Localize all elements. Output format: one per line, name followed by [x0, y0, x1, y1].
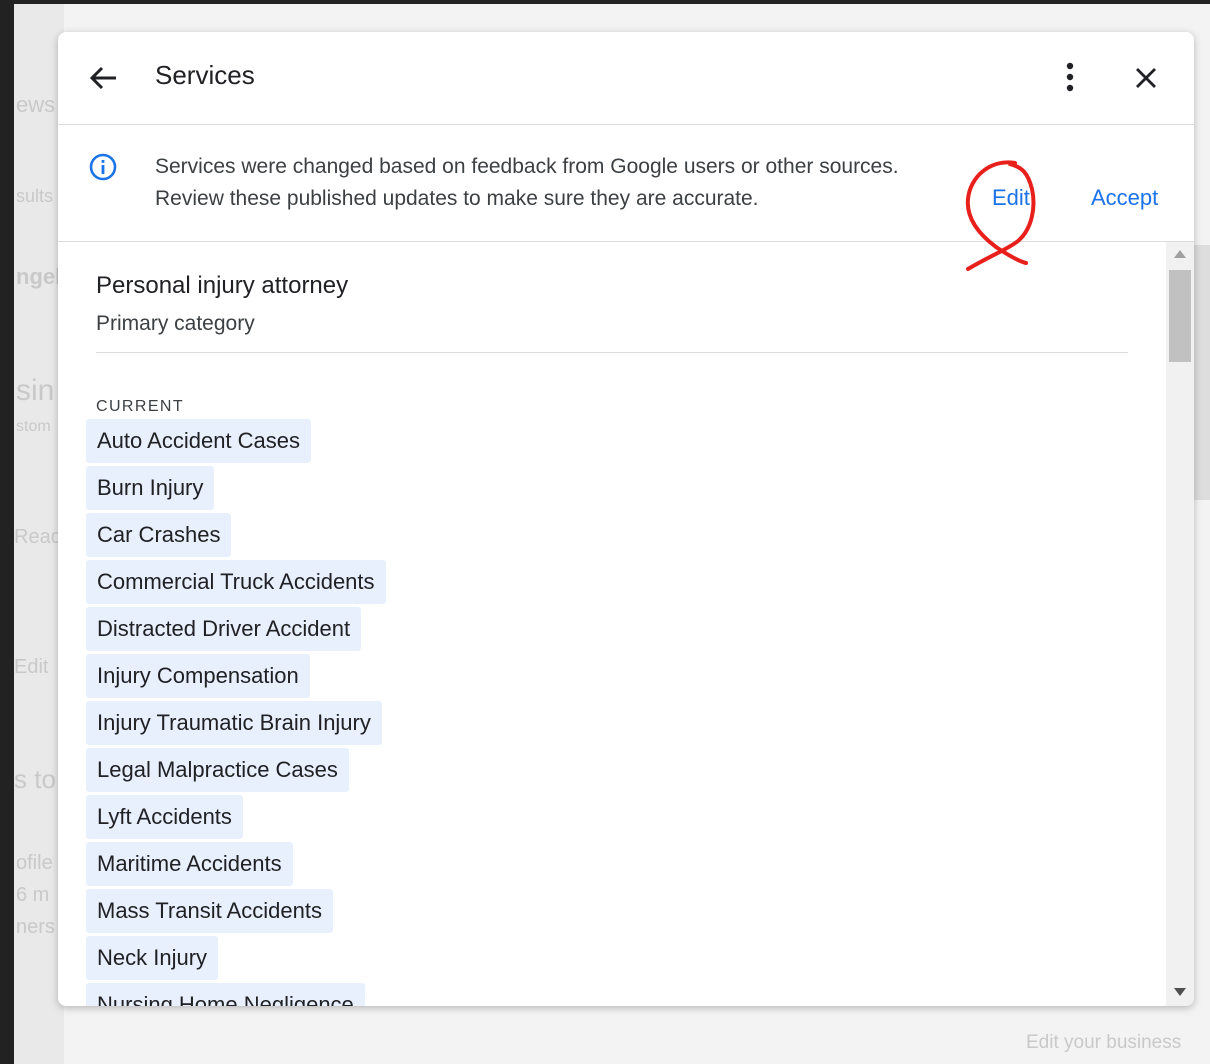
background-text: sults	[16, 186, 54, 206]
scroll-down-arrow-icon[interactable]	[1174, 988, 1186, 996]
service-chip: Nursing Home Negligence	[86, 983, 365, 1006]
background-text: stom	[16, 418, 51, 435]
notice-text: Services were changed based on feedback …	[155, 155, 899, 210]
category-subtitle: Primary category	[96, 312, 255, 335]
scroll-up-arrow-icon[interactable]	[1174, 250, 1186, 258]
edit-button[interactable]: Edit	[992, 185, 1030, 211]
service-chip: Distracted Driver Accident	[86, 607, 362, 651]
background-text: s to	[14, 764, 56, 794]
category-name: Personal injury attorney	[96, 272, 349, 299]
info-icon	[89, 153, 117, 181]
section-label-current: CURRENT	[96, 398, 185, 415]
accept-button[interactable]: Accept	[1091, 185, 1158, 211]
update-notice-banner: Services were changed based on feedback …	[58, 125, 1194, 242]
more-vert-icon	[1066, 62, 1074, 92]
close-icon	[1136, 68, 1156, 88]
background-text: ners	[16, 916, 55, 938]
service-chip: Auto Accident Cases	[86, 419, 312, 463]
services-list-panel: Personal injury attorney Primary categor…	[58, 242, 1166, 1006]
background-text: Edit	[14, 656, 49, 678]
background-text: ofile	[16, 852, 53, 874]
arrow-back-icon	[89, 66, 116, 90]
background-text: Read	[14, 526, 62, 548]
scroll-thumb[interactable]	[1169, 270, 1191, 362]
background-text: ews	[16, 92, 56, 117]
service-chip: Injury Compensation	[86, 654, 310, 698]
divider	[96, 352, 1128, 353]
background-text: ngel	[16, 264, 62, 289]
back-button[interactable]	[86, 60, 122, 96]
scrollbar[interactable]	[1166, 242, 1194, 1006]
background-text: sin	[16, 374, 55, 407]
service-chip: Legal Malpractice Cases	[86, 748, 349, 792]
service-chip: Car Crashes	[86, 513, 232, 557]
service-chip: Maritime Accidents	[86, 842, 293, 886]
service-chip: Burn Injury	[86, 466, 215, 510]
dialog-title: Services	[155, 60, 255, 90]
service-chip: Mass Transit Accidents	[86, 889, 333, 933]
more-options-button[interactable]	[1056, 60, 1084, 96]
service-chip: Neck Injury	[86, 936, 219, 980]
service-chip: Lyft Accidents	[86, 795, 243, 839]
service-chip: Injury Traumatic Brain Injury	[86, 701, 382, 745]
background-frame-top	[0, 0, 1210, 4]
background-frame-left	[0, 0, 14, 1064]
dialog-header: Services	[58, 32, 1194, 125]
background-text: 6 m	[16, 884, 50, 906]
services-dialog: Services Services were changed based on …	[58, 32, 1194, 1006]
background-text: Edit your business	[1026, 1032, 1182, 1053]
service-chip: Commercial Truck Accidents	[86, 560, 386, 604]
services-chip-list: Auto Accident Cases Burn Injury Car Cras…	[86, 419, 386, 1006]
close-button[interactable]	[1130, 62, 1162, 94]
